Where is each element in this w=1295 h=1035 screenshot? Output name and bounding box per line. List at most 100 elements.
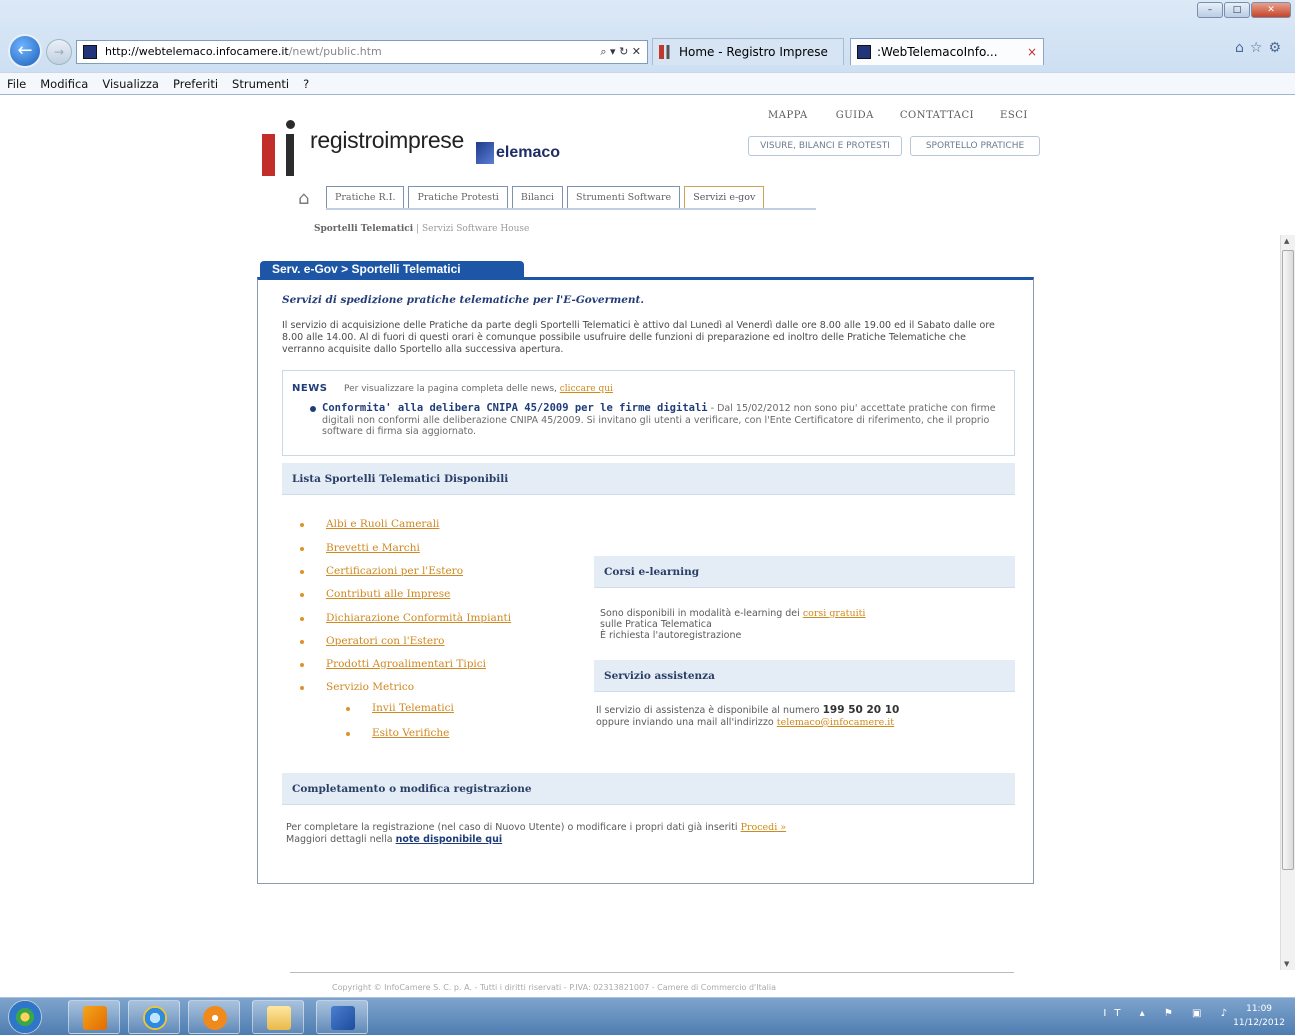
- corsi-text-line3: È richiesta l'autoregistrazione: [600, 630, 742, 641]
- menu-help[interactable]: ?: [296, 73, 316, 94]
- link-albi-ruoli-camerali[interactable]: Albi e Ruoli Camerali: [326, 518, 439, 530]
- scroll-up-icon[interactable]: ▲: [1284, 237, 1289, 245]
- home-icon[interactable]: ⌂: [298, 188, 309, 209]
- news-item-title: Conformita' alla delibera CNIPA 45/2009 …: [322, 402, 708, 414]
- scroll-down-icon[interactable]: ▼: [1284, 960, 1289, 968]
- bullet-icon: [300, 570, 304, 574]
- system-tray[interactable]: IT ▴ ⚑ ▣ ♪: [1103, 1008, 1235, 1019]
- link-invii-telematici[interactable]: Invii Telematici: [372, 702, 454, 714]
- link-dichiarazione-conformita[interactable]: Dichiarazione Conformità Impianti: [326, 612, 511, 624]
- logo-red-bar: [262, 134, 275, 176]
- forward-button[interactable]: →: [46, 39, 72, 65]
- tab-label: Home - Registro Imprese: [679, 45, 828, 59]
- telemaco-text: elemaco: [496, 144, 561, 161]
- top-links: MAPPA GUIDA CONTATTACI ESCI: [768, 110, 1028, 121]
- news-intro-text: Per visualizzare la pagina completa dell…: [344, 384, 557, 394]
- menu-modifica[interactable]: Modifica: [33, 73, 95, 94]
- link-guida[interactable]: GUIDA: [836, 110, 874, 121]
- windows-taskbar: IT ▴ ⚑ ▣ ♪ 11:09 11/12/2012: [0, 997, 1295, 1035]
- news-cliccare-qui-link[interactable]: cliccare qui: [560, 384, 613, 394]
- assistenza-text: Il servizio di assistenza è disponibile …: [596, 704, 1006, 729]
- link-contributi-imprese[interactable]: Contributi alle Imprese: [326, 588, 450, 600]
- address-tools[interactable]: ⌕ ▾ ↻ ✕: [600, 41, 641, 63]
- footer-copyright: Copyright © InfoCamere S. C. p. A. - Tut…: [332, 983, 776, 992]
- bullet-icon: [300, 547, 304, 551]
- intro-text: Il servizio di acquisizione delle Pratic…: [282, 320, 995, 355]
- link-operatori-estero[interactable]: Operatori con l'Estero: [326, 635, 444, 647]
- tab-pratiche-protesti[interactable]: Pratiche Protesti: [408, 186, 508, 208]
- subnav-sportelli-telematici[interactable]: Sportelli Telematici: [314, 224, 413, 234]
- link-mappa[interactable]: MAPPA: [768, 110, 808, 121]
- registroimprese-logo[interactable]: registroimprese elemaco: [262, 120, 592, 180]
- link-prodotti-agroalimentari[interactable]: Prodotti Agroalimentari Tipici: [326, 658, 486, 670]
- telemaco-logo: elemaco: [476, 142, 561, 164]
- link-certificazioni-estero[interactable]: Certificazioni per l'Estero: [326, 565, 463, 577]
- sub-navigation: Sportelli Telematici | Servizi Software …: [314, 224, 529, 234]
- assistenza-email-link[interactable]: telemaco@infocamere.it: [777, 717, 894, 728]
- procedi-link[interactable]: Procedi »: [741, 822, 787, 833]
- bullet-icon: [346, 707, 350, 711]
- bullet-icon: [346, 732, 350, 736]
- sportello-pratiche-button[interactable]: SPORTELLO PRATICHE: [910, 136, 1040, 156]
- vertical-scrollbar[interactable]: ▲ ▼: [1280, 235, 1295, 970]
- tab-strumenti-software[interactable]: Strumenti Software: [567, 186, 681, 208]
- telemaco-favicon-icon: [857, 45, 871, 59]
- tab-webtelemaco[interactable]: :WebTelemacoInfo... ×: [850, 38, 1044, 65]
- menu-strumenti[interactable]: Strumenti: [225, 73, 296, 94]
- clock-date: 11/12/2012: [1233, 1018, 1285, 1028]
- corsi-text: Sono disponibili in modalità e-learning …: [600, 608, 1000, 641]
- link-esito-verifiche[interactable]: Esito Verifiche: [372, 727, 449, 739]
- footer-divider: [290, 972, 1014, 973]
- taskbar-clock[interactable]: 11:09 11/12/2012: [1233, 1002, 1285, 1030]
- link-brevetti-marchi[interactable]: Brevetti e Marchi: [326, 542, 420, 554]
- completamento-text-2: Maggiori dettagli nella: [286, 834, 393, 845]
- bullet-icon: [300, 686, 304, 690]
- taskbar-explorer[interactable]: [252, 1000, 304, 1034]
- menu-bar: File Modifica Visualizza Preferiti Strum…: [0, 72, 1295, 94]
- browser-chrome: – □ ✕ ← → http://webtelemaco.infocamere.…: [0, 0, 1295, 95]
- minimize-button[interactable]: –: [1197, 2, 1223, 18]
- breadcrumb-section-tab: Serv. e-Gov > Sportelli Telematici: [260, 261, 524, 278]
- subnav-servizi-software-house[interactable]: Servizi Software House: [422, 224, 529, 234]
- telemaco-favicon-icon: [83, 45, 97, 59]
- taskbar-media-player[interactable]: [188, 1000, 240, 1034]
- menu-visualizza[interactable]: Visualizza: [95, 73, 166, 94]
- taskbar-word[interactable]: [316, 1000, 368, 1034]
- bullet-icon: [300, 593, 304, 597]
- news-item: Conformita' alla delibera CNIPA 45/2009 …: [322, 402, 1002, 438]
- taskbar-internet-explorer[interactable]: [128, 1000, 180, 1034]
- tab-home-registro-imprese[interactable]: Home - Registro Imprese: [652, 38, 844, 65]
- servizio-assistenza-header: Servizio assistenza: [594, 660, 1015, 692]
- visure-bilanci-protesti-button[interactable]: VISURE, BILANCI E PROTESTI: [748, 136, 902, 156]
- note-disponibile-link[interactable]: note disponibile qui: [396, 834, 503, 845]
- taskbar-outlook[interactable]: [68, 1000, 120, 1034]
- tab-close-icon[interactable]: ×: [1027, 39, 1037, 65]
- link-esci[interactable]: ESCI: [1000, 110, 1028, 121]
- maximize-button[interactable]: □: [1224, 2, 1250, 18]
- link-contattaci[interactable]: CONTATTACI: [900, 110, 974, 121]
- home-favorites-settings-icons[interactable]: ⌂☆⚙: [1235, 40, 1287, 56]
- address-bar[interactable]: http://webtelemaco.infocamere.it/newt/pu…: [76, 40, 648, 64]
- corsi-gratuiti-link[interactable]: corsi gratuiti: [803, 608, 866, 619]
- completamento-text: Per completare la registrazione (nel cas…: [286, 822, 986, 846]
- bullet-icon: [300, 663, 304, 667]
- bullet-icon: [300, 523, 304, 527]
- registro-imprese-favicon-icon: [659, 45, 673, 59]
- news-label: NEWS: [292, 383, 328, 394]
- tab-servizi-egov[interactable]: Servizi e-gov: [684, 186, 765, 208]
- tab-pratiche-ri[interactable]: Pratiche R.I.: [326, 186, 405, 208]
- link-servizio-metrico[interactable]: Servizio Metrico: [326, 681, 414, 693]
- corsi-elearning-header: Corsi e-learning: [594, 556, 1015, 588]
- menu-file[interactable]: File: [0, 73, 33, 94]
- clock-time: 11:09: [1246, 1004, 1273, 1014]
- start-button[interactable]: [8, 1000, 42, 1034]
- back-button[interactable]: ←: [8, 34, 42, 68]
- close-window-button[interactable]: ✕: [1251, 2, 1291, 18]
- menu-preferiti[interactable]: Preferiti: [166, 73, 225, 94]
- tab-bilanci[interactable]: Bilanci: [511, 186, 564, 208]
- internet-explorer-icon: [143, 1006, 167, 1030]
- scrollbar-thumb[interactable]: [1282, 250, 1294, 870]
- nav-divider: [326, 208, 816, 210]
- news-bullet: [310, 406, 316, 412]
- window-controls: – □ ✕: [1197, 2, 1291, 18]
